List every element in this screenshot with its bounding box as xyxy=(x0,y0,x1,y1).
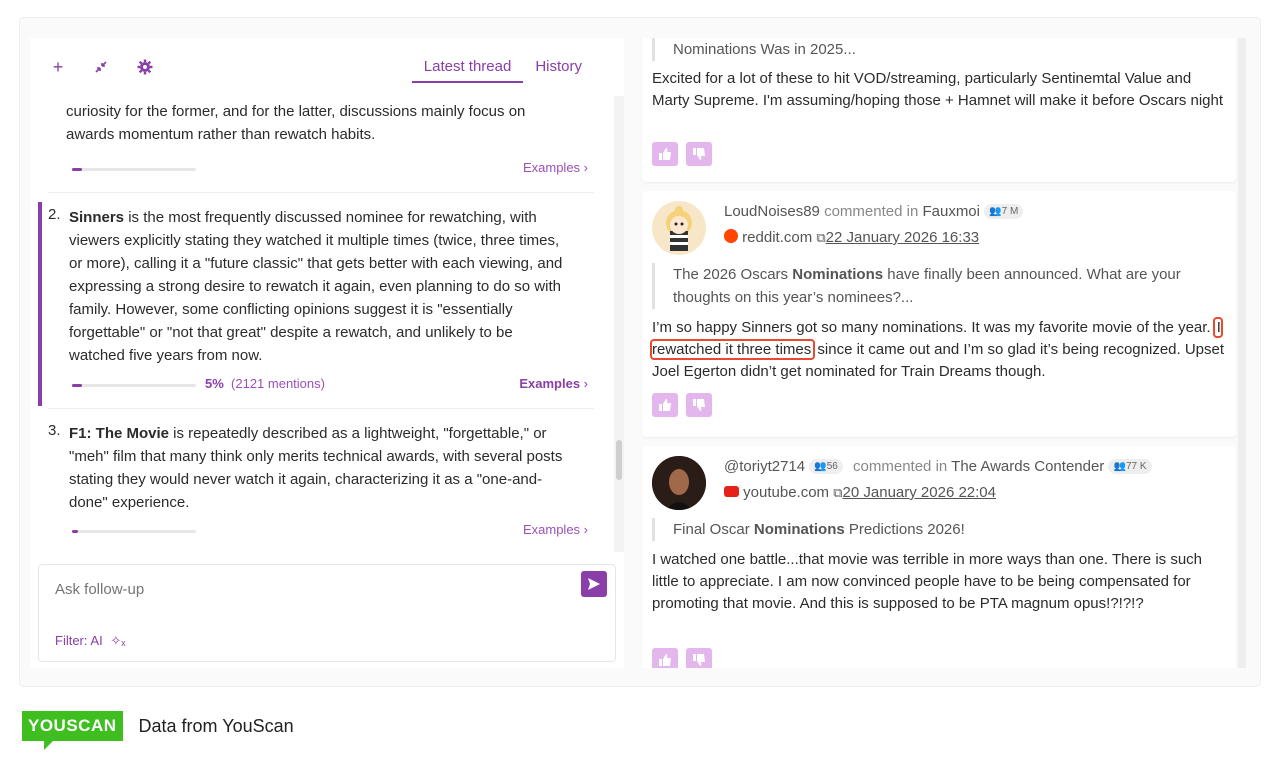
post-date[interactable]: 20 January 2026 22:04 xyxy=(843,484,996,501)
post-source-line: reddit.com ⧉22 January 2026 16:33 xyxy=(724,229,979,246)
author-name[interactable]: LoudNoises89 xyxy=(724,203,820,220)
community-size-badge: 👥7 M xyxy=(984,204,1024,219)
item-text: Sinners is the most frequently discussed… xyxy=(69,209,563,364)
list-item-sinners[interactable]: 2. Sinners is the most frequently discus… xyxy=(38,202,594,406)
mention-card: @toriyt2714 👥56 commented in The Awards … xyxy=(642,446,1236,668)
youscan-logo: YOUSCAN xyxy=(22,711,123,750)
collapse-icon[interactable] xyxy=(90,56,112,78)
external-link-icon[interactable]: ⧉ xyxy=(833,485,842,500)
divider xyxy=(48,192,594,193)
thread-list: curiosity for the former, and for the la… xyxy=(30,96,602,552)
post-author-line: LoudNoises89 commented in Fauxmoi 👥7 M xyxy=(724,203,1024,220)
tab-history[interactable]: History xyxy=(523,56,594,83)
post-source-line: youtube.com ⧉20 January 2026 22:04 xyxy=(724,484,996,501)
examples-link[interactable]: Examples › xyxy=(519,376,588,391)
item-number: 2. xyxy=(48,206,61,223)
filter-ai-label[interactable]: Filter: AI ✧ₓ xyxy=(55,633,125,649)
item-number: 3. xyxy=(48,422,61,439)
thumbs-down-icon xyxy=(693,399,705,411)
send-button[interactable] xyxy=(581,571,607,597)
mention-share-bar xyxy=(72,384,196,387)
like-button[interactable] xyxy=(652,393,678,417)
item-text: curiosity for the former, and for the la… xyxy=(66,103,526,143)
mention-share-bar xyxy=(72,530,196,533)
youtube-icon xyxy=(724,486,739,497)
mention-share-bar xyxy=(72,168,196,171)
gear-icon[interactable] xyxy=(134,56,156,78)
ask-box: Filter: AI ✧ₓ xyxy=(38,564,616,662)
source-domain: youtube.com xyxy=(743,484,830,501)
examples-link[interactable]: Examples › xyxy=(523,160,588,175)
mention-card: Nominations Was in 2025... Excited for a… xyxy=(642,38,1236,182)
like-button[interactable] xyxy=(652,142,678,166)
thumbs-down-icon xyxy=(693,654,705,666)
thumbs-up-icon xyxy=(659,399,671,411)
commented-in-label: commented in xyxy=(824,203,919,220)
divider xyxy=(48,408,594,409)
source-domain: reddit.com xyxy=(742,229,813,246)
list-item-f1[interactable]: 3. F1: The Movie is repeatedly described… xyxy=(48,418,594,552)
thumbs-up-icon xyxy=(659,654,671,666)
toolbar: + Latest thread History xyxy=(30,38,624,96)
thread-tabs: Latest thread History xyxy=(411,56,594,83)
list-item: curiosity for the former, and for the la… xyxy=(48,96,594,190)
dislike-button[interactable] xyxy=(686,142,712,166)
feed-scrollbar[interactable] xyxy=(1238,38,1246,668)
community-size-badge: 👥77 K xyxy=(1108,459,1152,474)
footer-text: Data from YouScan xyxy=(138,715,294,736)
send-icon xyxy=(588,578,600,590)
examples-link[interactable]: Examples › xyxy=(523,522,588,537)
mention-card: LoudNoises89 commented in Fauxmoi 👥7 M r… xyxy=(642,191,1236,437)
reddit-icon xyxy=(724,229,738,243)
post-author-line: @toriyt2714 👥56 commented in The Awards … xyxy=(724,458,1152,475)
post-quote: Nominations Was in 2025... xyxy=(652,38,856,61)
community-name[interactable]: The Awards Contender xyxy=(951,458,1104,475)
author-followers-badge: 👥56 xyxy=(809,459,843,474)
dislike-button[interactable] xyxy=(686,648,712,668)
like-button[interactable] xyxy=(652,648,678,668)
post-quote: The 2026 Oscars Nominations have finally… xyxy=(652,263,1222,309)
author-name[interactable]: @toriyt2714 xyxy=(724,458,805,475)
footer: YOUSCAN Data from YouScan xyxy=(22,706,294,750)
avatar[interactable] xyxy=(652,201,706,255)
item-text: F1: The Movie is repeatedly described as… xyxy=(69,425,563,511)
dislike-button[interactable] xyxy=(686,393,712,417)
post-quote: Final Oscar Nominations Predictions 2026… xyxy=(652,518,965,541)
mentions-feed: Nominations Was in 2025... Excited for a… xyxy=(640,38,1238,668)
ask-follow-up-input[interactable] xyxy=(55,581,535,598)
external-link-icon[interactable]: ⧉ xyxy=(816,230,825,245)
insights-panel: + Latest thread History curiosity for th… xyxy=(30,38,624,668)
post-text: I’m so happy Sinners got so many nominat… xyxy=(650,317,1225,380)
add-icon[interactable]: + xyxy=(47,56,69,78)
page: + Latest thread History curiosity for th… xyxy=(0,0,1280,767)
post-text: I watched one battle...that movie was te… xyxy=(652,551,1203,612)
community-name[interactable]: Fauxmoi xyxy=(922,203,980,220)
post-text: Excited for a lot of these to hit VOD/st… xyxy=(652,70,1224,109)
scrollbar-thumb[interactable] xyxy=(616,440,622,480)
mention-percent: 5% (2121 mentions) xyxy=(205,376,325,391)
scrollbar-track[interactable] xyxy=(614,96,624,552)
post-date[interactable]: 22 January 2026 16:33 xyxy=(826,229,979,246)
tab-latest-thread[interactable]: Latest thread xyxy=(411,56,524,83)
commented-in-label: commented in xyxy=(853,458,948,475)
thumbs-down-icon xyxy=(693,148,705,160)
thumbs-up-icon xyxy=(659,148,671,160)
avatar[interactable] xyxy=(652,456,706,510)
sparkle-clear-icon[interactable]: ✧ₓ xyxy=(110,633,125,648)
